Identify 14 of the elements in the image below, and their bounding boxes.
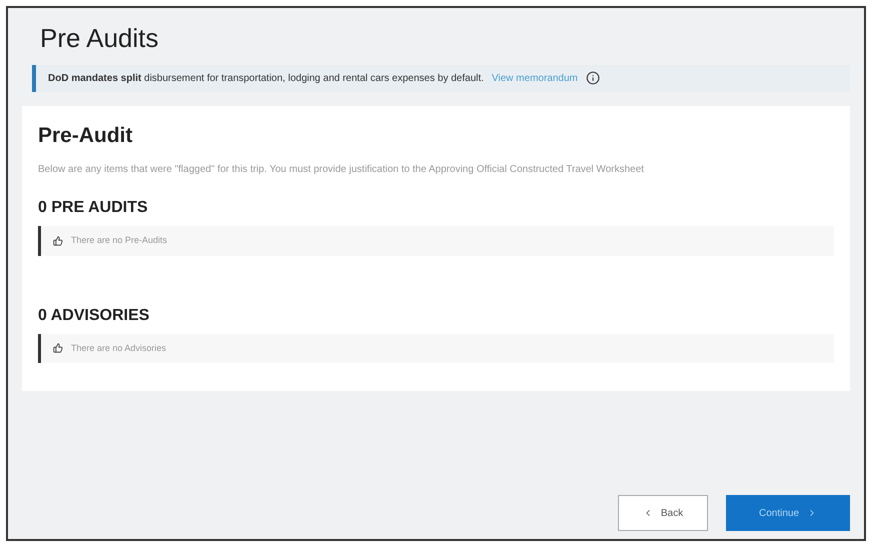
thumbs-up-icon — [53, 236, 63, 246]
continue-button[interactable]: Continue — [726, 495, 850, 531]
empty-message: There are no Pre-Audits — [71, 234, 168, 247]
memorandum-link[interactable]: View memorandum — [492, 70, 578, 86]
section-heading: 0 ADVISORIES — [38, 306, 150, 326]
section-heading: 0 PRE AUDITS — [38, 198, 149, 218]
card-title: Pre-Audit — [38, 122, 134, 148]
card-description: Below are any items that were "flagged" for this trip. You must provide justification to the Approving Official Constructed Travel Worksheet — [38, 163, 645, 177]
back-button[interactable]: Back — [618, 495, 708, 531]
notice-text: DoD mandates split disbursement for transportation, lodging and rental cars expenses by default. — [48, 72, 484, 86]
thumbs-up-icon — [53, 343, 63, 354]
empty-message: There are no Advisories — [71, 342, 166, 354]
info-icon[interactable] — [586, 71, 600, 85]
page-title: Pre Audits — [40, 22, 160, 54]
